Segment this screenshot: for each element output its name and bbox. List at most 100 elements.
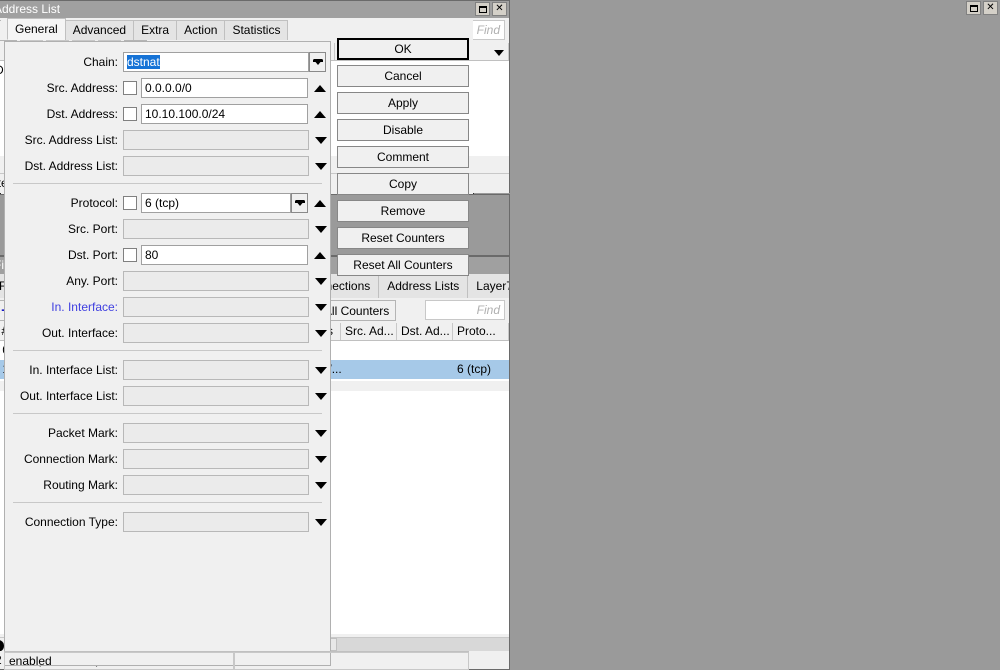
dst-port-negate-checkbox[interactable]	[123, 248, 137, 262]
in-interface-input[interactable]	[123, 297, 309, 317]
label-connection-type: Connection Type:	[24, 515, 118, 529]
out-interface-expand-icon[interactable]	[315, 329, 327, 337]
nat-dialog-statusbar: enabled	[4, 651, 469, 670]
divider	[13, 183, 322, 184]
label-connection-mark: Connection Mark:	[23, 452, 118, 466]
protocol-input[interactable]: 6 (tcp)	[141, 193, 291, 213]
chain-input[interactable]: dstnat	[123, 52, 309, 72]
nat-dialog-status-extra	[234, 652, 469, 670]
remove-button[interactable]: Remove	[337, 200, 469, 222]
dst-address-list-expand-icon[interactable]	[315, 162, 327, 170]
label-out-interface-list: Out. Interface List:	[19, 389, 118, 403]
label-in-interface-list: In. Interface List:	[29, 363, 118, 377]
nat-rule-dialog: NAT Rule <0.0.0.0/0->10.10.100.0/24:80> …	[0, 0, 998, 670]
field-dst-address: Dst. Address: 10.10.100.0/24	[5, 103, 330, 125]
any-port-input[interactable]	[123, 271, 309, 291]
label-any-port: Any. Port:	[66, 274, 118, 288]
src-port-input[interactable]	[123, 219, 309, 239]
nat-dialog-buttons: OK Cancel Apply Disable Comment Copy Rem…	[337, 38, 469, 281]
field-out-interface-list: Out. Interface List:	[5, 385, 330, 407]
tab-layer7-protocols[interactable]: Layer7 Pro	[468, 276, 509, 298]
field-in-interface: In. Interface:	[5, 296, 330, 318]
field-packet-mark: Packet Mark:	[5, 422, 330, 444]
dst-port-input[interactable]: 80	[141, 245, 308, 265]
chain-dropdown-button[interactable]	[309, 52, 326, 72]
address-list-window-controls: ✕	[475, 2, 507, 16]
routing-mark-input[interactable]	[123, 475, 309, 495]
connection-type-expand-icon[interactable]	[315, 518, 327, 526]
label-dst-address: Dst. Address:	[46, 107, 118, 121]
label-dst-address-list: Dst. Address List:	[24, 159, 118, 173]
label-src-address-list: Src. Address List:	[24, 133, 118, 147]
comment-button[interactable]: Comment	[337, 146, 469, 168]
in-interface-list-input[interactable]	[123, 360, 309, 380]
packet-mark-input[interactable]	[123, 423, 309, 443]
chevron-down-icon[interactable]	[494, 50, 504, 56]
reset-all-counters-button[interactable]: Reset All Counters	[337, 254, 469, 276]
dst-address-collapse-icon[interactable]	[314, 110, 326, 118]
out-interface-list-expand-icon[interactable]	[315, 392, 327, 400]
chevron-down-icon	[312, 59, 323, 65]
field-dst-address-list: Dst. Address List:	[5, 155, 330, 177]
chevron-down-icon	[294, 200, 305, 206]
field-in-interface-list: In. Interface List:	[5, 359, 330, 381]
field-connection-type: Connection Type:	[5, 511, 330, 533]
field-any-port: Any. Port:	[5, 270, 330, 292]
dst-address-input[interactable]: 10.10.100.0/24	[141, 104, 308, 124]
protocol-negate-checkbox[interactable]	[123, 196, 137, 210]
label-src-port: Src. Port:	[67, 222, 118, 236]
in-interface-expand-icon[interactable]	[315, 303, 327, 311]
dst-port-collapse-icon[interactable]	[314, 251, 326, 259]
src-port-expand-icon[interactable]	[315, 225, 327, 233]
divider	[13, 350, 322, 351]
out-interface-input[interactable]	[123, 323, 309, 343]
src-address-negate-checkbox[interactable]	[123, 81, 137, 95]
tab-advanced[interactable]: Advanced	[64, 20, 135, 40]
src-address-list-input[interactable]	[123, 130, 309, 150]
field-connection-mark: Connection Mark:	[5, 448, 330, 470]
ok-button[interactable]: OK	[337, 38, 469, 60]
src-address-input[interactable]: 0.0.0.0/0	[141, 78, 308, 98]
reset-counters-button[interactable]: Reset Counters	[337, 227, 469, 249]
tab-extra[interactable]: Extra	[133, 20, 178, 40]
maximize-button[interactable]	[475, 2, 490, 16]
field-src-address: Src. Address: 0.0.0.0/0	[5, 77, 330, 99]
in-interface-list-expand-icon[interactable]	[315, 366, 327, 374]
protocol-dropdown-button[interactable]	[291, 193, 308, 213]
protocol-collapse-icon[interactable]	[314, 199, 326, 207]
tab-general[interactable]: General	[7, 18, 66, 40]
close-button[interactable]: ✕	[492, 2, 507, 16]
src-address-list-expand-icon[interactable]	[315, 136, 327, 144]
connection-mark-input[interactable]	[123, 449, 309, 469]
field-protocol: Protocol: 6 (tcp)	[5, 192, 330, 214]
address-list-titlebar[interactable]: Address List ✕	[0, 1, 509, 18]
label-out-interface: Out. Interface:	[41, 326, 118, 340]
dst-address-negate-checkbox[interactable]	[123, 107, 137, 121]
out-interface-list-input[interactable]	[123, 386, 309, 406]
tab-statistics[interactable]: Statistics	[224, 20, 289, 40]
dst-address-list-input[interactable]	[123, 156, 309, 176]
tab-action[interactable]: Action	[176, 20, 226, 40]
connection-type-input[interactable]	[123, 512, 309, 532]
routing-mark-expand-icon[interactable]	[315, 481, 327, 489]
connection-mark-expand-icon[interactable]	[315, 455, 327, 463]
apply-button[interactable]: Apply	[337, 92, 469, 114]
label-in-interface: In. Interface:	[51, 300, 118, 314]
nat-dialog-tabbar: General Advanced Extra Action Statistics	[1, 18, 473, 40]
label-packet-mark: Packet Mark:	[47, 426, 118, 440]
any-port-expand-icon[interactable]	[315, 277, 327, 285]
disable-button[interactable]: Disable	[337, 119, 469, 141]
nat-dialog-status-text: enabled	[4, 652, 234, 670]
field-src-address-list: Src. Address List:	[5, 129, 330, 151]
copy-button[interactable]: Copy	[337, 173, 469, 195]
nat-general-form: Chain: dstnat Src. Address: 0.0.0.0/0 Ds…	[4, 41, 331, 666]
label-protocol: Protocol:	[70, 196, 118, 210]
label-dst-port: Dst. Port:	[67, 248, 118, 262]
label-chain: Chain:	[83, 55, 118, 69]
field-routing-mark: Routing Mark:	[5, 474, 330, 496]
packet-mark-expand-icon[interactable]	[315, 429, 327, 437]
cancel-button[interactable]: Cancel	[337, 65, 469, 87]
src-address-collapse-icon[interactable]	[314, 84, 326, 92]
divider	[13, 502, 322, 503]
label-src-address: Src. Address:	[46, 81, 118, 95]
